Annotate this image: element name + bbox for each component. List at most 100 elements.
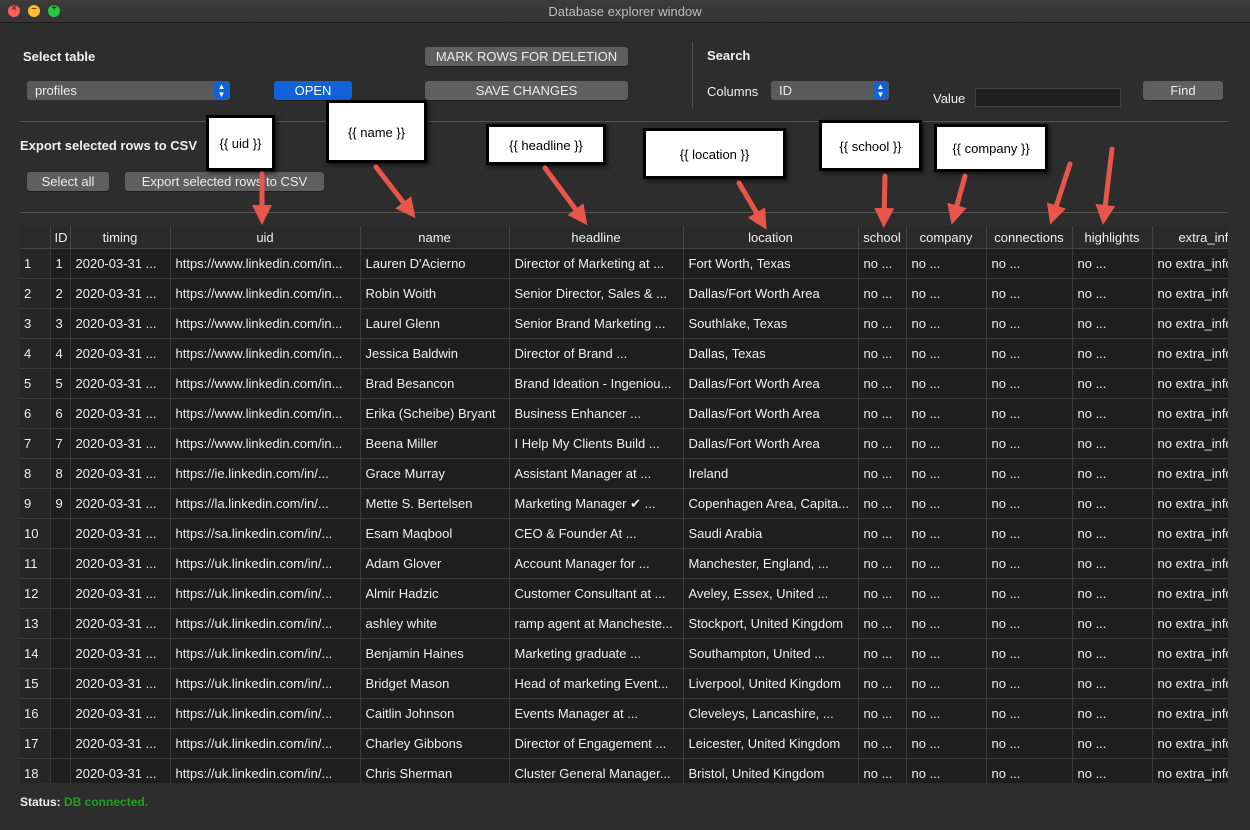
table-cell[interactable]: 5 [50, 368, 71, 399]
column-header-company[interactable]: company [906, 226, 987, 249]
column-header-headline[interactable]: headline [509, 226, 684, 249]
table-cell[interactable]: 3 [50, 308, 71, 339]
table-row[interactable]: 15 2020-03-31 ... https://uk.linkedin.com/… [20, 668, 1228, 699]
table-cell[interactable]: no ... [986, 338, 1073, 369]
column-header-connections[interactable]: connections [986, 226, 1073, 249]
row-number[interactable]: 8 [20, 458, 51, 489]
table-cell[interactable]: https://la.linkedin.com/in/... [170, 488, 361, 519]
table-cell[interactable]: no ... [986, 578, 1073, 609]
table-cell[interactable]: no ... [906, 638, 987, 669]
table-cell[interactable]: 2020-03-31 ... [70, 728, 171, 759]
table-row[interactable]: 1 1 2020-03-31 ... https://www.linkedin.com… [20, 248, 1228, 279]
table-cell[interactable]: Ireland [683, 458, 859, 489]
table-cell[interactable]: Chris Sherman [360, 758, 510, 783]
table-cell[interactable]: no ... [1072, 368, 1153, 399]
table-cell[interactable]: Stockport, United Kingdom [683, 608, 859, 639]
table-cell[interactable]: 2020-03-31 ... [70, 398, 171, 429]
table-cell[interactable]: no ... [1072, 338, 1153, 369]
table-cell[interactable]: 2 [50, 278, 71, 309]
table-cell[interactable]: no ... [1072, 758, 1153, 783]
table-cell[interactable]: Bridget Mason [360, 668, 510, 699]
table-cell[interactable]: 4 [50, 338, 71, 369]
table-cell[interactable]: no ... [1072, 518, 1153, 549]
table-cell[interactable]: no ... [906, 308, 987, 339]
table-cell[interactable]: no ... [906, 728, 987, 759]
table-cell[interactable]: Adam Glover [360, 548, 510, 579]
table-cell[interactable]: Copenhagen Area, Capita... [683, 488, 859, 519]
table-cell[interactable]: ramp agent at Mancheste... [509, 608, 684, 639]
table-cell[interactable]: 2020-03-31 ... [70, 608, 171, 639]
row-number[interactable]: 7 [20, 428, 51, 459]
table-cell[interactable]: 2020-03-31 ... [70, 488, 171, 519]
table-cell[interactable]: Senior Director, Sales & ... [509, 278, 684, 309]
table-cell[interactable]: no ... [986, 758, 1073, 783]
table-cell[interactable]: Robin Woith [360, 278, 510, 309]
table-cell[interactable]: https://www.linkedin.com/in... [170, 398, 361, 429]
row-number[interactable]: 4 [20, 338, 51, 369]
table-row[interactable]: 8 8 2020-03-31 ... https://ie.linkedin.com/… [20, 458, 1228, 489]
table-cell[interactable]: no ... [1072, 428, 1153, 459]
table-cell[interactable]: no ... [906, 248, 987, 279]
table-cell[interactable]: Charley Gibbons [360, 728, 510, 759]
search-value-input[interactable] [975, 88, 1121, 107]
table-cell[interactable] [50, 608, 71, 639]
table-cell[interactable]: no ... [906, 518, 987, 549]
row-number[interactable]: 17 [20, 728, 51, 759]
table-cell[interactable]: no ... [906, 668, 987, 699]
table-cell[interactable]: https://sa.linkedin.com/in/... [170, 518, 361, 549]
table-cell[interactable]: Business Enhancer ... [509, 398, 684, 429]
table-cell[interactable]: no ... [858, 398, 907, 429]
table-cell[interactable]: no ... [906, 458, 987, 489]
table-cell[interactable]: no extra_info [1152, 398, 1228, 429]
table-cell[interactable]: https://uk.linkedin.com/in/... [170, 758, 361, 783]
table-cell[interactable]: Dallas, Texas [683, 338, 859, 369]
column-header-ID[interactable]: ID [50, 226, 71, 249]
table-cell[interactable]: no ... [986, 548, 1073, 579]
table-cell[interactable]: no ... [1072, 248, 1153, 279]
table-cell[interactable]: Customer Consultant at ... [509, 578, 684, 609]
table-cell[interactable]: no extra_info [1152, 488, 1228, 519]
table-cell[interactable] [50, 578, 71, 609]
table-cell[interactable]: no ... [906, 578, 987, 609]
table-cell[interactable]: Southampton, United ... [683, 638, 859, 669]
table-cell[interactable]: no ... [858, 608, 907, 639]
table-cell[interactable]: no ... [858, 278, 907, 309]
table-row[interactable]: 3 3 2020-03-31 ... https://www.linkedin.com… [20, 308, 1228, 339]
row-number[interactable]: 12 [20, 578, 51, 609]
table-cell[interactable]: 8 [50, 458, 71, 489]
table-cell[interactable]: https://www.linkedin.com/in... [170, 308, 361, 339]
table-cell[interactable]: https://ie.linkedin.com/in/... [170, 458, 361, 489]
export-csv-button[interactable]: Export selected rows to CSV [125, 172, 324, 191]
table-cell[interactable]: 2020-03-31 ... [70, 698, 171, 729]
table-row[interactable]: 17 2020-03-31 ... https://uk.linkedin.com/… [20, 728, 1228, 759]
table-cell[interactable]: Esam Maqbool [360, 518, 510, 549]
table-cell[interactable] [50, 728, 71, 759]
table-cell[interactable]: no ... [1072, 638, 1153, 669]
table-cell[interactable]: https://www.linkedin.com/in... [170, 278, 361, 309]
table-cell[interactable]: https://uk.linkedin.com/in/... [170, 608, 361, 639]
table-cell[interactable]: Erika (Scheibe) Bryant [360, 398, 510, 429]
table-cell[interactable]: no extra_info [1152, 278, 1228, 309]
table-row[interactable]: 10 2020-03-31 ... https://sa.linkedin.com/… [20, 518, 1228, 549]
table-cell[interactable]: ashley white [360, 608, 510, 639]
table-cell[interactable]: no ... [986, 668, 1073, 699]
table-cell[interactable]: Dallas/Fort Worth Area [683, 428, 859, 459]
save-changes-button[interactable]: SAVE CHANGES [425, 81, 628, 100]
row-number[interactable]: 9 [20, 488, 51, 519]
table-cell[interactable] [50, 638, 71, 669]
table-cell[interactable]: no ... [858, 458, 907, 489]
table-cell[interactable]: Leicester, United Kingdom [683, 728, 859, 759]
table-cell[interactable]: no extra_info [1152, 248, 1228, 279]
table-cell[interactable]: Director of Marketing at ... [509, 248, 684, 279]
table-cell[interactable]: no ... [858, 248, 907, 279]
table-cell[interactable]: https://www.linkedin.com/in... [170, 368, 361, 399]
table-cell[interactable]: Account Manager for ... [509, 548, 684, 579]
table-cell[interactable]: Head of marketing Event... [509, 668, 684, 699]
table-cell[interactable]: no ... [986, 248, 1073, 279]
table-row[interactable]: 6 6 2020-03-31 ... https://www.linkedin.com… [20, 398, 1228, 429]
table-cell[interactable]: CEO & Founder At ... [509, 518, 684, 549]
column-header-school[interactable]: school [858, 226, 907, 249]
table-cell[interactable]: no ... [858, 428, 907, 459]
table-cell[interactable]: 2020-03-31 ... [70, 368, 171, 399]
table-cell[interactable]: no ... [906, 398, 987, 429]
